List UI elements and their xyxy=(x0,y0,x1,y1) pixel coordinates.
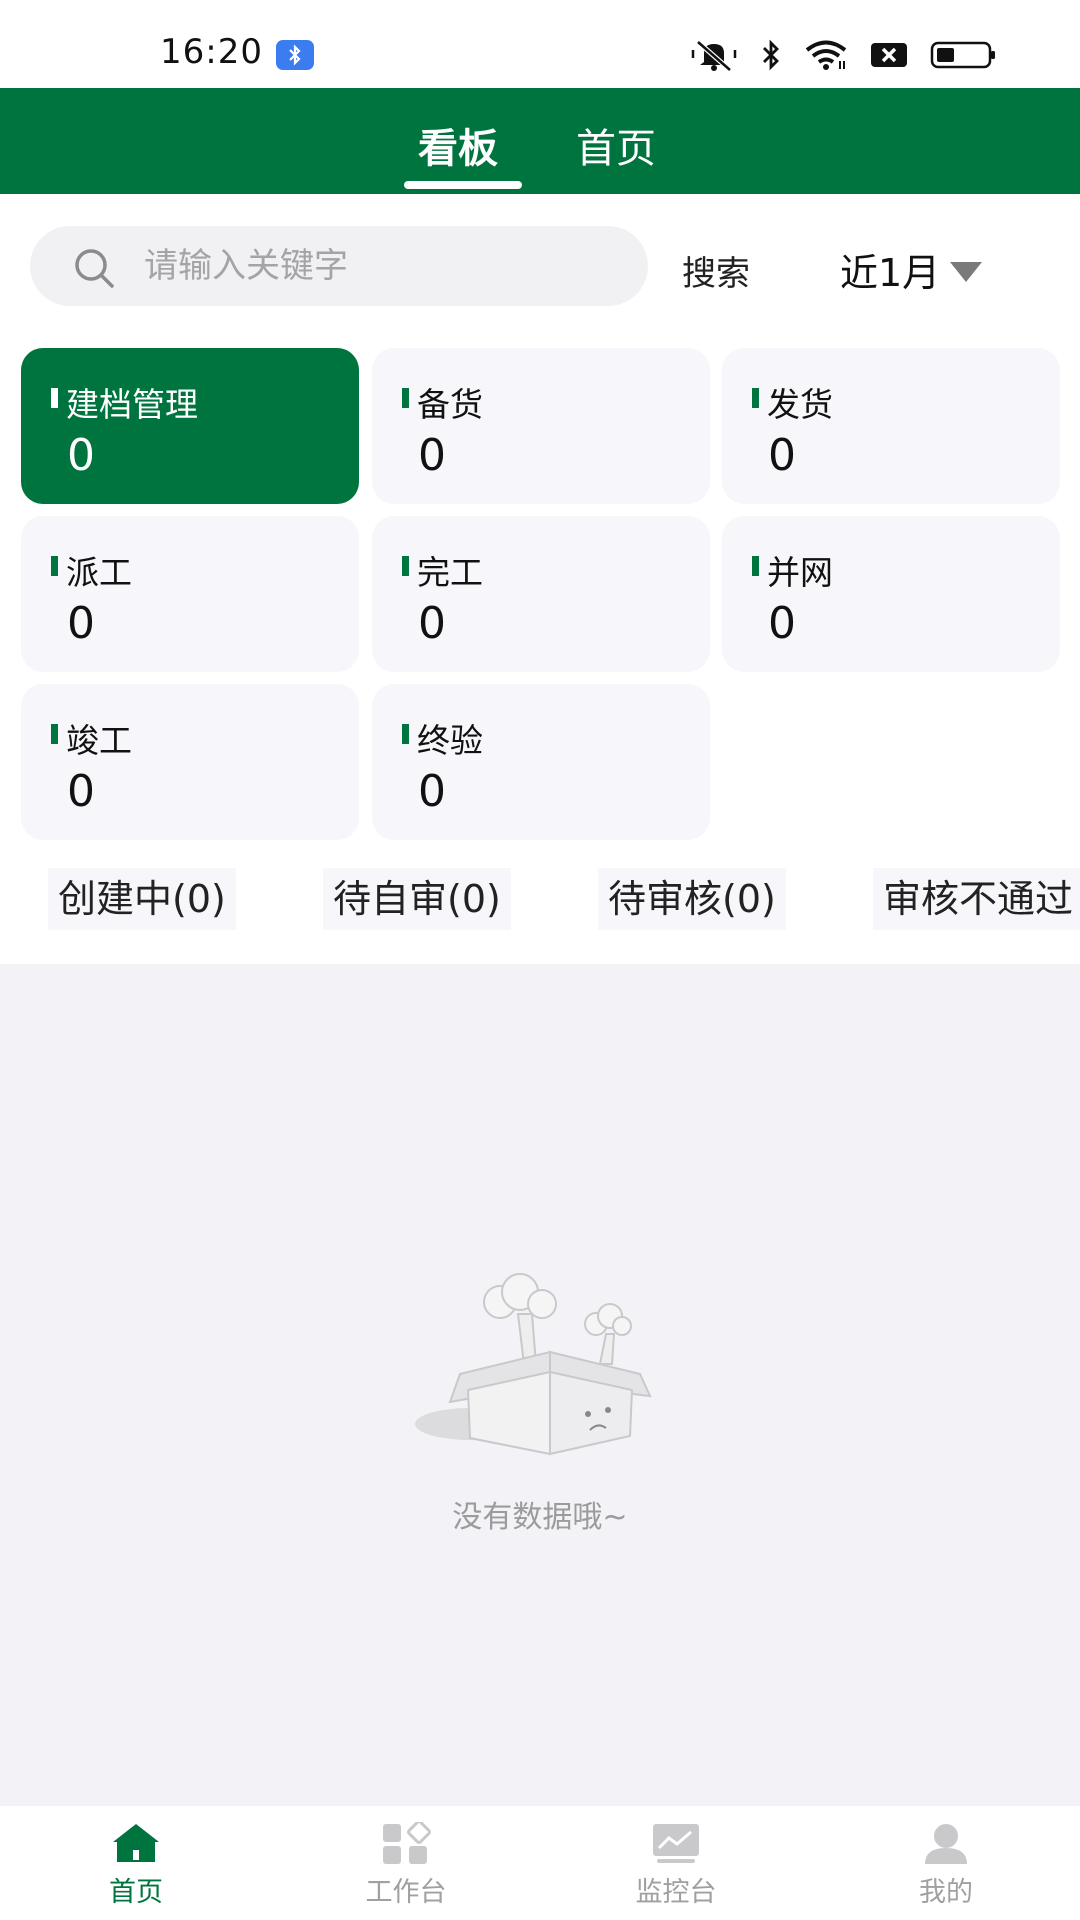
triangle-down-icon xyxy=(950,261,983,282)
card-paigong[interactable]: 派工 0 xyxy=(21,516,359,672)
home-icon xyxy=(113,1824,159,1862)
card-label-wrap: 终验 xyxy=(402,714,483,762)
tab-kanban[interactable]: 看板 xyxy=(418,116,498,174)
search-input[interactable] xyxy=(144,226,624,306)
active-tab-indicator xyxy=(404,181,522,189)
card-wangong[interactable]: 完工 0 xyxy=(372,516,710,672)
card-marker xyxy=(752,388,759,408)
card-value: 0 xyxy=(418,766,446,817)
nav-workbench[interactable]: 工作台 xyxy=(306,1822,506,1918)
card-label: 终验 xyxy=(417,721,483,760)
status-bar: 16:20 xyxy=(0,0,1080,88)
empty-state-text: 没有数据哦~ xyxy=(452,1500,628,1535)
top-tab-bar: 看板 首页 xyxy=(0,88,1080,194)
card-value: 0 xyxy=(67,430,95,481)
chip-review-rejected[interactable]: 审核不通过 xyxy=(873,868,1080,930)
card-label: 并网 xyxy=(767,553,833,592)
card-label: 竣工 xyxy=(66,721,132,760)
mute-icon xyxy=(691,40,737,72)
search-button[interactable]: 搜索 xyxy=(682,246,750,295)
card-marker xyxy=(51,556,58,576)
status-icons xyxy=(690,36,996,74)
nav-label: 首页 xyxy=(109,1877,163,1908)
search-box[interactable] xyxy=(30,226,648,306)
card-marker xyxy=(51,724,58,744)
user-icon xyxy=(925,1824,967,1864)
card-jungong[interactable]: 竣工 0 xyxy=(21,684,359,840)
card-label-wrap: 派工 xyxy=(51,546,132,594)
bottom-nav: 首页 工作台 监控台 我的 xyxy=(0,1806,1080,1920)
card-label-wrap: 建档管理 xyxy=(51,378,198,426)
empty-state: 没有数据哦~ xyxy=(0,964,1080,1806)
chip-creating[interactable]: 创建中(0) xyxy=(48,868,236,930)
card-marker xyxy=(51,388,58,408)
card-label-wrap: 发货 xyxy=(752,378,833,426)
card-value: 0 xyxy=(67,766,95,817)
nav-label: 我的 xyxy=(919,1877,973,1908)
card-marker xyxy=(752,556,759,576)
wifi-icon xyxy=(805,40,847,70)
card-label-wrap: 备货 xyxy=(402,378,483,426)
card-marker xyxy=(402,388,409,408)
search-icon xyxy=(75,249,114,288)
card-label-wrap: 并网 xyxy=(752,546,833,594)
card-label: 完工 xyxy=(417,553,483,592)
card-marker xyxy=(402,556,409,576)
nav-label: 工作台 xyxy=(365,1877,447,1908)
chip-pending-review[interactable]: 待审核(0) xyxy=(598,868,786,930)
monitor-icon xyxy=(653,1824,699,1863)
card-marker xyxy=(402,724,409,744)
tab-home[interactable]: 首页 xyxy=(576,116,656,174)
sim-x-icon xyxy=(871,43,907,67)
card-value: 0 xyxy=(418,430,446,481)
card-label-wrap: 完工 xyxy=(402,546,483,594)
card-beihuo[interactable]: 备货 0 xyxy=(372,348,710,504)
status-time: 16:20 xyxy=(160,32,263,72)
card-value: 0 xyxy=(67,598,95,649)
date-range-dropdown[interactable]: 近1月 xyxy=(840,242,983,297)
card-label: 建档管理 xyxy=(66,385,198,424)
nav-home[interactable]: 首页 xyxy=(36,1822,236,1918)
card-bingwang[interactable]: 并网 0 xyxy=(722,516,1060,672)
nav-monitor[interactable]: 监控台 xyxy=(576,1822,776,1918)
status-filter-chips: 创建中(0) 待自审(0) 待审核(0) 审核不通过 xyxy=(48,868,1080,932)
app-screen: 16:20 看板 首页 请输入关键字 搜索 近1月 建档管理 0 备货 0 发货… xyxy=(0,0,1080,1920)
card-zhongyan[interactable]: 终验 0 xyxy=(372,684,710,840)
card-value: 0 xyxy=(768,598,796,649)
card-label-wrap: 竣工 xyxy=(51,714,132,762)
nav-mine[interactable]: 我的 xyxy=(846,1822,1046,1918)
workbench-icon xyxy=(383,1822,431,1864)
card-fahuo[interactable]: 发货 0 xyxy=(722,348,1060,504)
empty-box-icon xyxy=(415,1273,652,1456)
bluetooth-icon xyxy=(763,39,779,71)
card-label: 备货 xyxy=(417,385,483,424)
nav-label: 监控台 xyxy=(635,1877,717,1908)
date-range-label: 近1月 xyxy=(840,251,941,295)
card-value: 0 xyxy=(418,598,446,649)
bluetooth-badge-icon xyxy=(276,40,314,70)
card-label: 派工 xyxy=(66,553,132,592)
card-label: 发货 xyxy=(767,385,833,424)
battery-icon xyxy=(930,41,995,69)
card-value: 0 xyxy=(768,430,796,481)
card-jiandang[interactable]: 建档管理 0 xyxy=(21,348,359,504)
chip-self-review[interactable]: 待自审(0) xyxy=(323,868,511,930)
